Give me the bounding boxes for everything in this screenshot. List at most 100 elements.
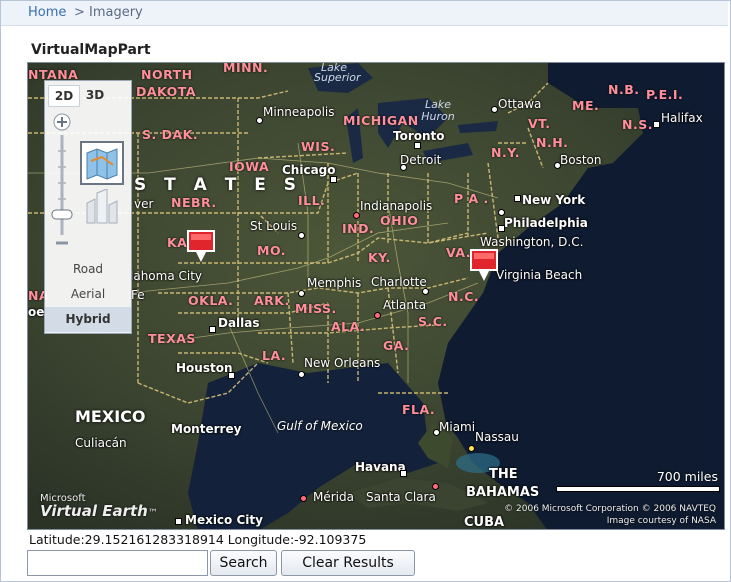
copyright-line: © 2006 Microsoft Corporation © 2006 NAVT… xyxy=(504,504,716,514)
map-label: MISS. xyxy=(295,301,337,316)
city-marker xyxy=(353,212,360,219)
map-label: oe xyxy=(28,305,45,319)
map-label: New Orleans xyxy=(304,356,381,370)
map-label: Monterrey xyxy=(171,422,242,436)
clear-results-button[interactable]: Clear Results xyxy=(281,550,415,576)
map-label: N.C. xyxy=(448,289,480,304)
map-label: New York xyxy=(522,193,586,207)
map-label: Toronto xyxy=(393,129,445,143)
mode-hybrid[interactable]: Hybrid xyxy=(45,307,131,332)
breadcrumb-home-link[interactable]: Home xyxy=(28,1,66,25)
map-label: LA. xyxy=(262,348,287,363)
city-marker xyxy=(400,164,407,171)
map-label: Santa Clara xyxy=(366,490,436,504)
map-label: P A . xyxy=(454,191,489,206)
city-marker xyxy=(433,429,440,436)
map-label: Havana xyxy=(355,460,406,474)
map-label: ALA. xyxy=(331,319,366,334)
map-label: IND. xyxy=(342,221,375,236)
map-label: NORTH xyxy=(141,67,193,82)
mode-aerial[interactable]: Aerial xyxy=(45,282,131,307)
mode-road[interactable]: Road xyxy=(45,257,131,282)
map-view-icon[interactable] xyxy=(80,141,124,185)
map-label: VT. xyxy=(528,116,551,131)
map-label: Lake Huron xyxy=(421,98,455,123)
map-label: ver xyxy=(134,197,154,211)
zoom-in-icon xyxy=(53,113,71,131)
map-label: S T A T E S xyxy=(134,175,303,195)
tab-2d[interactable]: 2D xyxy=(48,85,80,107)
map-label: ME. xyxy=(572,98,600,113)
map-nav-control: 2D 3D Road Aerial Hybrid xyxy=(44,80,132,334)
map-label: Halifax xyxy=(661,111,703,125)
city-marker xyxy=(298,290,305,297)
breadcrumb-separator: > xyxy=(74,5,85,20)
map-label: NEBR. xyxy=(171,195,217,210)
virtual-earth-logo: Microsoft Virtual Earth™ xyxy=(40,493,158,520)
map-label: ARK. xyxy=(254,293,290,308)
map-label: Mexico City xyxy=(185,513,263,527)
map-label: Miami xyxy=(439,420,476,434)
map-label: Culiacán xyxy=(75,436,127,450)
map-label: Mérida xyxy=(313,490,354,504)
map-label: MINN. xyxy=(223,62,269,75)
buildings-3d-icon[interactable] xyxy=(81,189,123,225)
map-label: lahoma City xyxy=(130,269,203,283)
map-copyright: © 2006 Microsoft Corporation © 2006 NAVT… xyxy=(481,503,716,527)
map-label: WIS. xyxy=(301,139,336,154)
map-label: Fe xyxy=(131,288,145,302)
city-marker xyxy=(498,225,505,232)
map-label: N.Y. xyxy=(491,145,520,160)
scale-label: 700 miles xyxy=(656,469,718,484)
map-label: MEXICO xyxy=(75,407,146,426)
map-label: KA xyxy=(167,235,188,250)
search-button[interactable]: Search xyxy=(210,550,277,576)
map-label: P.E.I. xyxy=(646,87,684,102)
city-marker xyxy=(414,142,421,149)
map-label: OKLA. xyxy=(188,293,234,308)
map-label: N.S. xyxy=(622,117,653,132)
breadcrumb-current: Imagery xyxy=(89,5,143,20)
city-marker xyxy=(330,176,337,183)
map-label: Houston xyxy=(176,361,233,375)
map-label: S. DAK. xyxy=(142,127,199,142)
map-label: Nassau xyxy=(475,430,519,444)
search-input[interactable] xyxy=(27,550,208,576)
city-marker xyxy=(256,117,263,124)
map-label: KY. xyxy=(368,250,391,265)
tab-3d[interactable]: 3D xyxy=(80,85,110,105)
map-label: Virginia Beach xyxy=(496,268,583,282)
map-label: OHIO xyxy=(380,213,419,228)
breadcrumb: Home > Imagery xyxy=(1,1,728,26)
map-label: FLA. xyxy=(402,402,436,417)
zoom-thumb xyxy=(51,209,73,220)
map-label: Ottawa xyxy=(498,97,542,111)
map-label: Washington, D.C. xyxy=(480,235,584,249)
map-label: Gulf of Mexico xyxy=(277,419,363,433)
map-label: MO. xyxy=(257,243,287,258)
pushpin-icon[interactable] xyxy=(186,229,216,265)
map-label: Philadelphia xyxy=(504,216,588,230)
map-label: Charlotte xyxy=(371,275,427,289)
copyright-line: Image courtesy of NASA xyxy=(606,516,716,526)
map-label: Atlanta xyxy=(383,298,427,312)
coordinates-readout: Latitude:29.152161283318914 Longitude:-9… xyxy=(29,532,367,547)
city-marker xyxy=(298,232,305,239)
city-marker xyxy=(653,121,660,128)
city-marker xyxy=(209,326,216,333)
map-label: VA. xyxy=(446,245,471,260)
pushpin-icon[interactable] xyxy=(469,248,499,284)
city-marker xyxy=(468,445,475,452)
map-label: GA. xyxy=(383,338,410,353)
city-marker xyxy=(491,106,498,113)
city-marker xyxy=(300,495,307,502)
page-title: VirtualMapPart xyxy=(31,42,151,58)
map-label: Dallas xyxy=(218,316,260,330)
city-marker xyxy=(228,372,235,379)
map-label: THE xyxy=(489,467,518,482)
map-label: MICHIGAN xyxy=(343,113,419,128)
city-marker xyxy=(175,518,182,525)
logo-trademark: ™ xyxy=(147,508,158,519)
zoom-slider[interactable] xyxy=(51,111,73,253)
map-label: N.B. xyxy=(608,82,640,97)
